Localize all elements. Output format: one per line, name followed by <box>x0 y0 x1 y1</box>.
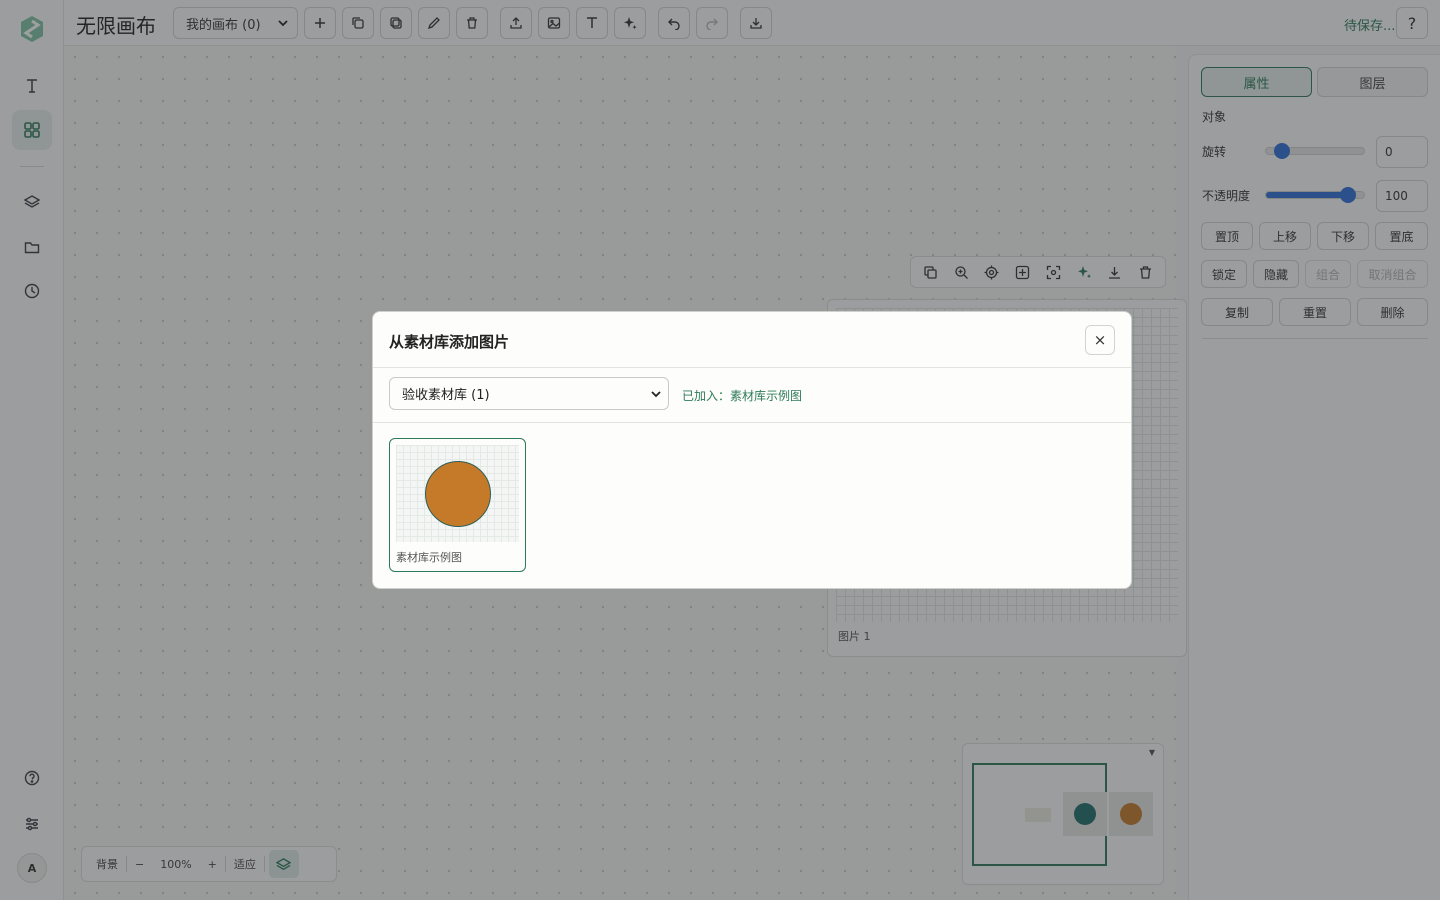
asset-thumbnail <box>396 445 519 542</box>
asset-name: 素材库示例图 <box>396 551 462 564</box>
dialog-filter-bar: 验收素材库 (1) 已加入：素材库示例图 <box>373 368 1131 423</box>
chevron-down-icon <box>651 391 661 398</box>
added-status: 已加入：素材库示例图 <box>682 389 803 403</box>
close-button[interactable]: × <box>1085 325 1115 355</box>
library-select-value: 验收素材库 (1) <box>402 388 490 403</box>
asset-circle-shape <box>425 461 491 527</box>
add-image-dialog: 从素材库添加图片 × 验收素材库 (1) 已加入：素材库示例图 素材库示例图 <box>372 311 1132 589</box>
dialog-title: 从素材库添加图片 <box>389 333 510 351</box>
close-icon: × <box>1093 331 1107 349</box>
asset-card[interactable]: 素材库示例图 <box>389 438 526 572</box>
library-select[interactable]: 验收素材库 (1) <box>389 377 669 410</box>
dialog-header: 从素材库添加图片 × <box>373 312 1131 368</box>
